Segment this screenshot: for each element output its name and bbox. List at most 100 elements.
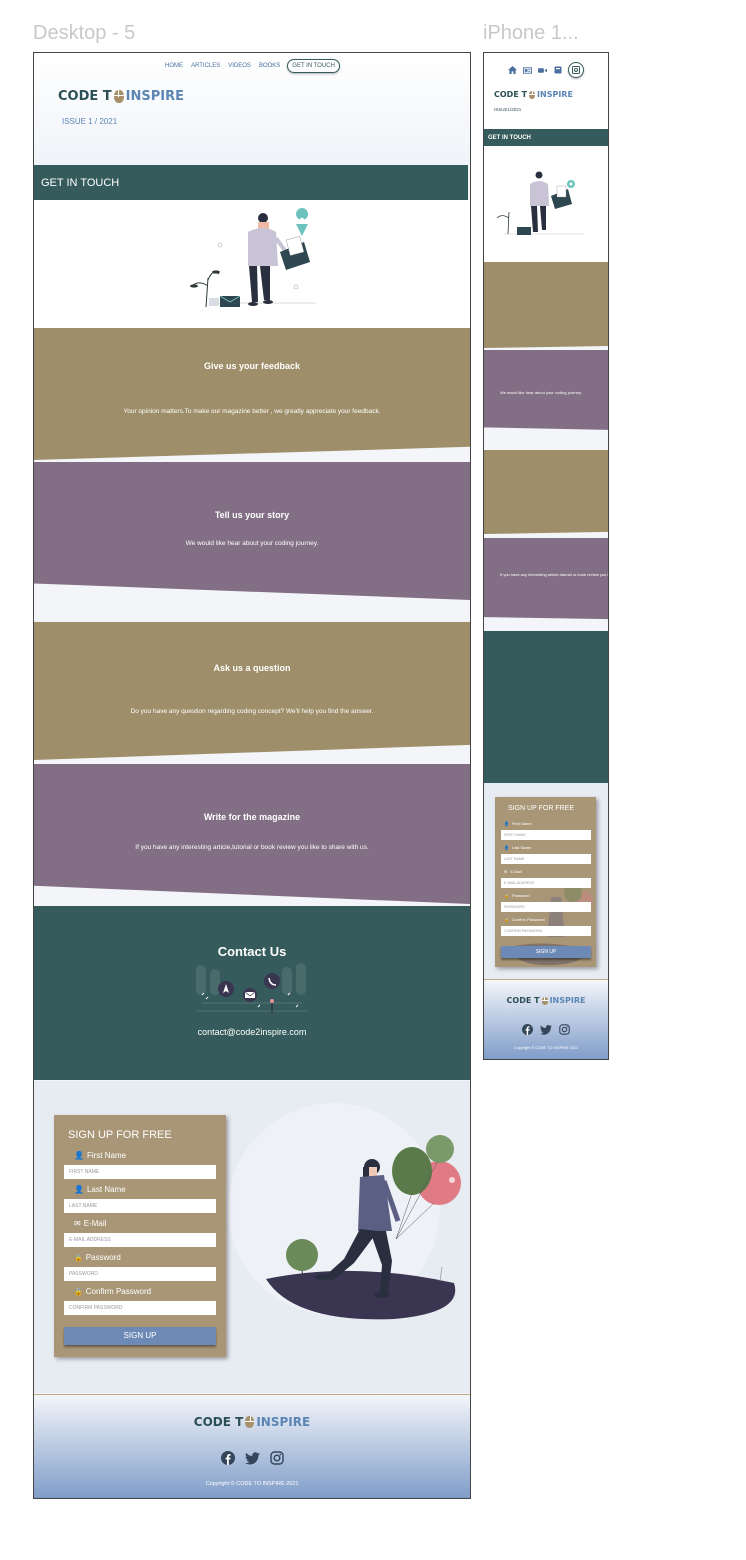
write-text: If you have any interesting article,tuto… (135, 844, 369, 851)
story-text: We would like hear about your coding jou… (185, 540, 319, 547)
lock-icon: 🔒 (74, 1254, 83, 1262)
mobile-confirm-password-input[interactable]: CONFIRM PASSWORD (501, 926, 591, 936)
contact-email[interactable]: contact@code2inspire.com (34, 1027, 470, 1037)
footer-logo-word-code: CODE T (193, 1415, 244, 1429)
mobile-logo-word-code: CODE T (494, 90, 528, 99)
mobile-feedback-section: Give us your feedback Your opinion matte… (484, 262, 608, 348)
mobile-question-title: Ask us a question (484, 472, 608, 478)
nav-get-in-touch[interactable]: GET IN TOUCH (287, 59, 340, 73)
mobile-story-section: Tell us your story We would like hear ab… (484, 350, 608, 436)
contact-illustration (196, 963, 308, 1013)
confirm-password-label: 🔒 Confirm Password (74, 1287, 151, 1296)
home-icon[interactable] (508, 66, 517, 74)
twitter-icon[interactable] (540, 1024, 552, 1035)
video-camera-icon[interactable] (538, 66, 547, 74)
mobile-footer-logo[interactable]: CODE T INSPIRE (484, 996, 608, 1005)
mobile-page-title: GET IN TOUCH (484, 129, 608, 146)
logo-word-code: CODE T (58, 89, 112, 104)
signup-section: SIGN UP FOR FREE 👤 First Name FIRST NAME… (34, 1081, 470, 1393)
mobile-write-section: Write for the magazine If you have any i… (484, 538, 608, 624)
footer-logo-word-inspire: INSPIRE (256, 1415, 311, 1429)
mobile-first-name-label: 👤 First Name (504, 821, 532, 826)
mobile-contact-email[interactable]: contact@code2inspire.com (484, 734, 608, 740)
nav-videos[interactable]: VIDEOS (227, 61, 252, 71)
nav-home[interactable]: HOME (164, 61, 184, 71)
desktop-frame: HOME ARTICLES VIDEOS BOOKS GET IN TOUCH … (33, 52, 471, 1499)
mobile-copyright-text: Copyright © CODE TO INSPIRE 2021 (513, 1046, 579, 1050)
mobile-signup-form: SIGN UP FOR FREE 👤 First Name FIRST NAME… (495, 797, 596, 967)
social-links (34, 1451, 470, 1465)
signup-form: SIGN UP FOR FREE 👤 First Name FIRST NAME… (54, 1115, 226, 1357)
lock-icon: 🔒 (504, 893, 509, 898)
copyright-text: Copyright © CODE TO INSPIRE 2021 (205, 1481, 299, 1487)
first-name-input[interactable]: FIRST NAME (64, 1165, 216, 1179)
mobile-feedback-text: Your opinion matters.To make our magazin… (489, 303, 608, 309)
mobile-email-label: ✉ E-Mail (504, 869, 522, 874)
facebook-icon[interactable] (522, 1024, 533, 1035)
last-name-input[interactable]: LAST NAME (64, 1199, 216, 1213)
password-label: 🔒 Password (74, 1253, 121, 1262)
mouse-icon (245, 1416, 255, 1428)
mobile-last-name-label: 👤 Last Name (504, 845, 531, 850)
twitter-icon[interactable] (244, 1451, 260, 1465)
issue-label: ISSUE 1 / 2021 (62, 117, 118, 126)
instagram-icon[interactable] (269, 1451, 284, 1465)
mobile-story-title: Tell us your story (484, 377, 608, 383)
mobile-question-text: Do you have any question regarding codin… (489, 491, 608, 497)
mobile-email-label-text: E-Mail (510, 869, 522, 874)
mobile-password-label: 🔒 Password (504, 893, 530, 898)
password-label-text: Password (85, 1253, 121, 1262)
contact-title: Contact Us (217, 944, 287, 959)
site-logo[interactable]: CODE T INSPIRE (58, 89, 184, 104)
password-input[interactable]: PASSWORD (64, 1267, 216, 1281)
mobile-feedback-title: Give us your feedback (484, 284, 608, 290)
mobile-signup-section: SIGN UP FOR FREE 👤 First Name FIRST NAME… (484, 783, 608, 979)
mobile-story-text: We would like hear about your coding jou… (500, 390, 582, 395)
story-section: Tell us your story We would like hear ab… (34, 462, 470, 600)
mobile-question-section: Ask us a question Do you have any questi… (484, 450, 608, 534)
mobile-issue-label: ISSUE1/2021 (494, 107, 522, 112)
user-icon: 👤 (504, 845, 509, 850)
question-section: Ask us a question Do you have any questi… (34, 622, 470, 760)
mail-icon: ✉ (74, 1219, 81, 1228)
phone-frame: CODE T INSPIRE ISSUE1/2021 GET IN TOUCH … (483, 52, 609, 1060)
desktop-frame-label: Desktop - 5 (33, 22, 136, 44)
newspaper-icon[interactable] (523, 66, 532, 74)
email-label: ✉ E-Mail (74, 1219, 106, 1228)
nav-books[interactable]: BOOKS (258, 61, 281, 71)
signup-button[interactable]: SIGN UP (64, 1327, 216, 1345)
footer-logo[interactable]: CODE T INSPIRE (34, 1415, 470, 1429)
mobile-password-input[interactable]: PASSWORD (501, 902, 591, 912)
user-icon: 👤 (504, 821, 509, 826)
instagram-icon[interactable] (559, 1024, 570, 1035)
contact-mail-icon[interactable] (568, 62, 584, 78)
write-section: Write for the magazine If you have any i… (34, 764, 470, 904)
user-icon: 👤 (74, 1185, 84, 1194)
hero-illustration (34, 200, 470, 328)
mobile-email-input[interactable]: E-MAIL ADDRESS (501, 878, 591, 888)
mouse-icon (541, 996, 548, 1005)
email-input[interactable]: E-MAIL ADDRESS (64, 1233, 216, 1247)
mobile-contact-section: Contact Us contact@code2inspire.com (484, 631, 608, 783)
mobile-footer: CODE T INSPIRE Copyright © CODE TO INSPI… (484, 979, 608, 1059)
page-title: GET IN TOUCH (34, 165, 468, 200)
mobile-last-name-input[interactable]: LAST NAME (501, 854, 591, 864)
confirm-password-input[interactable]: CONFIRM PASSWORD (64, 1301, 216, 1315)
nav-articles[interactable]: ARTICLES (190, 61, 221, 71)
facebook-icon[interactable] (220, 1451, 235, 1465)
mobile-confirm-password-label: 🔒 Confirm Password (504, 917, 545, 922)
mobile-confirm-password-label-text: Confirm Password (511, 917, 545, 922)
mouse-icon (529, 90, 536, 99)
mobile-first-name-input[interactable]: FIRST NAME (501, 830, 591, 840)
first-name-label: 👤 First Name (74, 1151, 126, 1160)
mobile-last-name-label-text: Last Name (511, 845, 532, 850)
question-text: Do you have any question regarding codin… (130, 708, 374, 715)
mobile-logo[interactable]: CODE T INSPIRE (494, 90, 573, 99)
mobile-footer-logo-word-inspire: INSPIRE (549, 996, 586, 1005)
mobile-hero-illustration (484, 146, 608, 262)
mobile-signup-button[interactable]: SIGN UP (501, 946, 591, 958)
book-icon[interactable] (553, 66, 562, 74)
mobile-header: CODE T INSPIRE ISSUE1/2021 (484, 53, 608, 129)
feedback-text: Your opinion matters.To make our magazin… (123, 408, 381, 415)
first-name-label-text: First Name (86, 1151, 127, 1160)
